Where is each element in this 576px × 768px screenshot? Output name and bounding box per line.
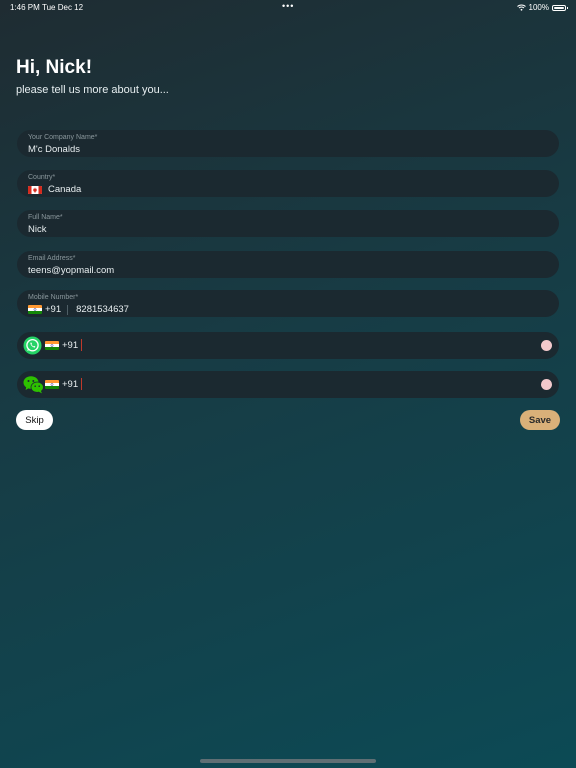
wechat-number-field[interactable]: +91 — [17, 371, 559, 398]
wechat-status-dot[interactable] — [541, 379, 552, 390]
status-time: 1:46 PM — [10, 3, 40, 12]
whatsapp-number-field[interactable]: +91 — [17, 332, 559, 359]
india-flag-icon[interactable] — [45, 380, 59, 389]
wechat-country-code[interactable]: +91 — [62, 379, 78, 390]
save-button[interactable]: Save — [520, 410, 560, 430]
company-name-label: Your Company Name* — [28, 134, 98, 141]
home-indicator[interactable] — [200, 759, 376, 763]
code-divider — [67, 304, 69, 315]
mobile-number-row: +91 8281534637 — [28, 304, 129, 315]
canada-flag-icon — [28, 185, 42, 194]
whatsapp-status-dot[interactable] — [541, 340, 552, 351]
email-input[interactable]: teens@yopmail.com — [28, 265, 114, 276]
india-flag-icon[interactable] — [45, 341, 59, 350]
whatsapp-country-code[interactable]: +91 — [62, 340, 78, 351]
full-name-label: Full Name* — [28, 214, 63, 221]
mobile-number-input[interactable]: 8281534637 — [76, 304, 129, 315]
company-name-field[interactable]: Your Company Name* M'c Donalds — [17, 130, 559, 157]
country-selector[interactable]: Canada — [28, 184, 81, 195]
status-indicators: 100% — [516, 3, 568, 12]
multitasking-dots-icon[interactable]: ••• — [282, 1, 294, 11]
text-cursor — [81, 378, 82, 390]
battery-icon — [552, 4, 568, 11]
status-date: Tue Dec 12 — [42, 3, 84, 12]
company-name-input[interactable]: M'c Donalds — [28, 144, 80, 155]
skip-button[interactable]: Skip — [16, 410, 53, 430]
whatsapp-icon — [23, 336, 42, 355]
mobile-number-label: Mobile Number* — [28, 294, 79, 301]
country-label: Country* — [28, 174, 56, 181]
mobile-country-code[interactable]: +91 — [45, 304, 61, 315]
country-value: Canada — [48, 184, 82, 195]
page-subtitle: please tell us more about you... — [16, 84, 169, 96]
text-cursor — [81, 339, 82, 351]
wechat-icon — [23, 375, 44, 394]
full-name-field[interactable]: Full Name* Nick — [17, 210, 559, 237]
mobile-number-field[interactable]: Mobile Number* +91 8281534637 — [17, 290, 559, 317]
country-field[interactable]: Country* Canada — [17, 170, 559, 197]
full-name-input[interactable]: Nick — [28, 224, 46, 235]
wifi-icon — [516, 4, 526, 11]
battery-percent: 100% — [528, 3, 549, 12]
india-flag-icon[interactable] — [28, 305, 42, 314]
status-bar: 1:46 PM Tue Dec 12 ••• 100% — [0, 0, 576, 14]
email-field[interactable]: Email Address* teens@yopmail.com — [17, 251, 559, 278]
page-title: Hi, Nick! — [16, 57, 93, 78]
email-label: Email Address* — [28, 255, 76, 262]
